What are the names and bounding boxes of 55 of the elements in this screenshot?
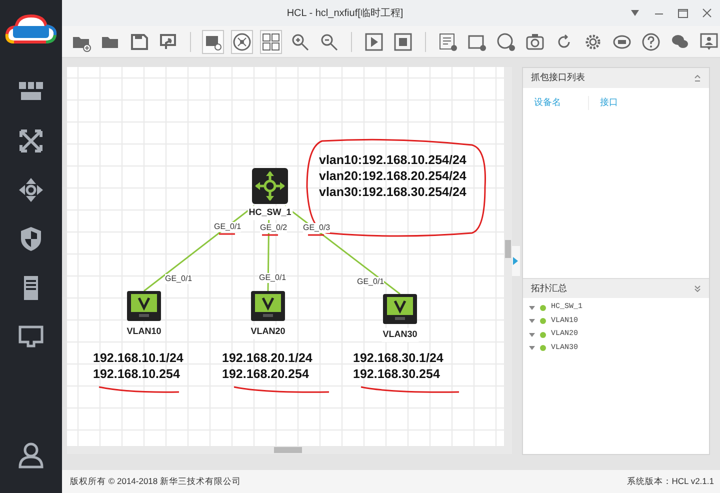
pc-icon[interactable] — [383, 294, 417, 324]
network-circle-icon — [232, 32, 252, 52]
save-icon — [129, 32, 150, 52]
person-board-icon — [699, 32, 720, 52]
device-label: VLAN20 — [250, 325, 286, 338]
device-label: VLAN10 — [126, 325, 162, 338]
picture-eye-button[interactable] — [202, 30, 224, 54]
underline-stroke — [219, 233, 235, 235]
ip-address-note: 192.168.10.1/24 192.168.10.254 — [93, 350, 184, 382]
network-circle-button[interactable] — [230, 30, 253, 54]
grid-button[interactable] — [260, 30, 282, 54]
copyright-text: 版权所有 © 2014-2018 新华三技术有限公司 — [70, 475, 241, 488]
panel-title: 拓扑汇总 — [531, 282, 567, 295]
caret-icon[interactable] — [529, 319, 535, 324]
caret-icon[interactable] — [529, 346, 535, 350]
play-icon — [364, 32, 384, 52]
port-label: GE_0/1 — [214, 222, 242, 232]
port-label: GE_0/3 — [303, 223, 330, 233]
ip-address-note: 192.168.20.1/24 192.168.20.254 — [222, 350, 312, 382]
grid-icon — [261, 32, 281, 52]
device-label: VLAN30 — [382, 328, 418, 342]
window-title: HCL - hcl_nxfiuf[临时工程] — [286, 6, 404, 20]
panel-title: 抓包接口列表 — [531, 71, 585, 84]
underline-stroke — [308, 234, 324, 236]
expand-icon[interactable] — [694, 285, 701, 292]
caret-icon[interactable] — [529, 306, 535, 310]
zoom-in-icon — [290, 32, 310, 52]
port-label: GE_0/2 — [260, 223, 288, 233]
port-label: GE_0/1 — [165, 274, 192, 284]
caret-icon[interactable] — [529, 332, 535, 337]
close-icon[interactable] — [700, 6, 714, 20]
topology-canvas[interactable] — [67, 67, 504, 446]
port-label: GE_0/1 — [259, 273, 286, 283]
circle-plus-icon — [496, 32, 516, 52]
export-icon — [158, 32, 178, 52]
list-plus-icon — [438, 32, 458, 52]
help-icon — [641, 32, 661, 52]
port-label: GE_0/1 — [357, 277, 384, 287]
switch-icon[interactable] — [252, 168, 288, 204]
stop-icon — [392, 32, 413, 52]
zoom-out-icon — [319, 32, 340, 52]
pc-icon[interactable] — [251, 291, 285, 321]
underline-stroke — [262, 234, 278, 236]
vlan-address-note: vlan10:192.168.10.254/24 vlan20:192.168.20.254/24 vlan30:192.168.30.254/24 — [319, 152, 466, 200]
pc-icon[interactable] — [127, 291, 161, 321]
camera-icon — [524, 32, 545, 52]
collapse-icon[interactable] — [694, 74, 701, 82]
ip-address-note: 192.168.30.1/24 192.168.30.254 — [353, 350, 444, 382]
crossing-arrows-icon[interactable] — [17, 127, 45, 155]
panel-toggle-handle[interactable] — [512, 246, 520, 276]
user-icon[interactable] — [17, 441, 45, 469]
maximize-icon[interactable] — [676, 6, 690, 20]
version-text: 系统版本：HCL v2.1.1 — [626, 475, 714, 488]
device-label: HC_SW_1 — [248, 206, 292, 220]
move-arrows-icon[interactable] — [17, 176, 45, 204]
